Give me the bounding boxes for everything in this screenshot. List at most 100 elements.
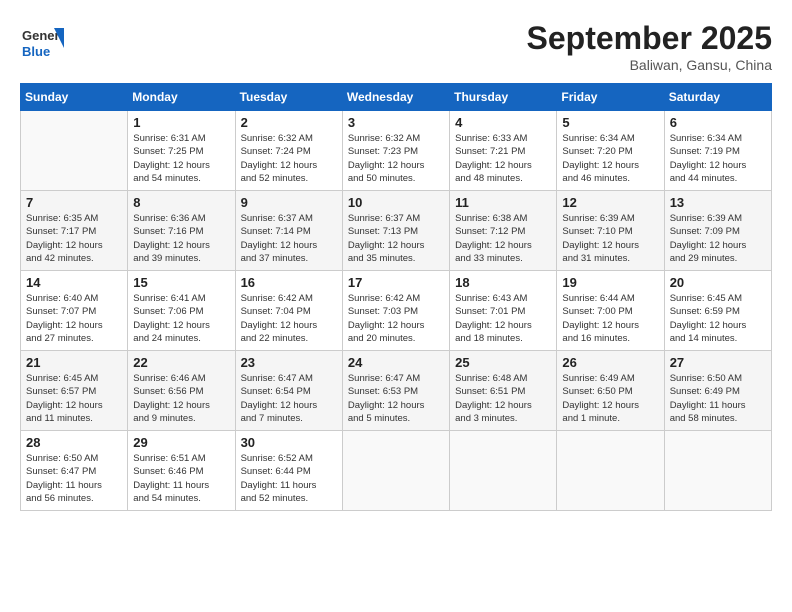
day-number: 26 bbox=[562, 355, 658, 370]
day-info: Sunrise: 6:45 AMSunset: 6:57 PMDaylight:… bbox=[26, 372, 122, 425]
calendar-cell: 8 Sunrise: 6:36 AMSunset: 7:16 PMDaylight… bbox=[128, 191, 235, 271]
calendar-cell: 19 Sunrise: 6:44 AMSunset: 7:00 PMDayligh… bbox=[557, 271, 664, 351]
svg-text:Blue: Blue bbox=[22, 44, 50, 59]
day-number: 23 bbox=[241, 355, 337, 370]
calendar-header-thursday: Thursday bbox=[450, 84, 557, 111]
calendar-cell: 17 Sunrise: 6:42 AMSunset: 7:03 PMDayligh… bbox=[342, 271, 449, 351]
calendar-cell: 11 Sunrise: 6:38 AMSunset: 7:12 PMDayligh… bbox=[450, 191, 557, 271]
calendar-cell: 25Sunrise: 6:48 AMSunset: 6:51 PMDayligh… bbox=[450, 351, 557, 431]
calendar-cell: 12 Sunrise: 6:39 AMSunset: 7:10 PMDayligh… bbox=[557, 191, 664, 271]
calendar-week-row: 28Sunrise: 6:50 AMSunset: 6:47 PMDayligh… bbox=[21, 431, 772, 511]
day-number: 29 bbox=[133, 435, 229, 450]
day-number: 1 bbox=[133, 115, 229, 130]
calendar-week-row: 14 Sunrise: 6:40 AMSunset: 7:07 PMDayligh… bbox=[21, 271, 772, 351]
calendar-cell: 29 Sunrise: 6:51 AMSunset: 6:46 PMDayligh… bbox=[128, 431, 235, 511]
location-subtitle: Baliwan, Gansu, China bbox=[527, 57, 772, 73]
calendar-cell bbox=[450, 431, 557, 511]
day-number: 18 bbox=[455, 275, 551, 290]
day-info: Sunrise: 6:45 AMSunset: 6:59 PMDaylight:… bbox=[670, 292, 766, 345]
calendar-cell: 28Sunrise: 6:50 AMSunset: 6:47 PMDayligh… bbox=[21, 431, 128, 511]
calendar-header-friday: Friday bbox=[557, 84, 664, 111]
day-number: 11 bbox=[455, 195, 551, 210]
day-number: 19 bbox=[562, 275, 658, 290]
day-number: 20 bbox=[670, 275, 766, 290]
day-number: 22 bbox=[133, 355, 229, 370]
calendar-cell: 4Sunrise: 6:33 AMSunset: 7:21 PMDaylight… bbox=[450, 111, 557, 191]
day-number: 17 bbox=[348, 275, 444, 290]
title-area: September 2025 Baliwan, Gansu, China bbox=[527, 20, 772, 73]
day-number: 27 bbox=[670, 355, 766, 370]
calendar-cell: 22 Sunrise: 6:46 AMSunset: 6:56 PMDayligh… bbox=[128, 351, 235, 431]
calendar-header-wednesday: Wednesday bbox=[342, 84, 449, 111]
calendar-cell: 27 Sunrise: 6:50 AMSunset: 6:49 PMDayligh… bbox=[664, 351, 771, 431]
calendar-table: SundayMondayTuesdayWednesdayThursdayFrid… bbox=[20, 83, 772, 511]
calendar-cell: 9Sunrise: 6:37 AMSunset: 7:14 PMDaylight… bbox=[235, 191, 342, 271]
day-info: Sunrise: 6:32 AMSunset: 7:23 PMDaylight:… bbox=[348, 132, 444, 185]
calendar-cell: 30 Sunrise: 6:52 AMSunset: 6:44 PMDayligh… bbox=[235, 431, 342, 511]
day-info: Sunrise: 6:42 AMSunset: 7:04 PMDaylight:… bbox=[241, 292, 337, 345]
calendar-cell: 5 Sunrise: 6:34 AMSunset: 7:20 PMDaylight… bbox=[557, 111, 664, 191]
calendar-cell bbox=[21, 111, 128, 191]
day-number: 21 bbox=[26, 355, 122, 370]
day-info: Sunrise: 6:42 AMSunset: 7:03 PMDaylight:… bbox=[348, 292, 444, 345]
day-info: Sunrise: 6:43 AMSunset: 7:01 PMDaylight:… bbox=[455, 292, 551, 345]
calendar-cell: 1 Sunrise: 6:31 AMSunset: 7:25 PMDaylight… bbox=[128, 111, 235, 191]
day-info: Sunrise: 6:34 AMSunset: 7:19 PMDaylight:… bbox=[670, 132, 766, 185]
day-info: Sunrise: 6:44 AMSunset: 7:00 PMDaylight:… bbox=[562, 292, 658, 345]
day-number: 12 bbox=[562, 195, 658, 210]
day-info: Sunrise: 6:38 AMSunset: 7:12 PMDaylight:… bbox=[455, 212, 551, 265]
calendar-cell: 18 Sunrise: 6:43 AMSunset: 7:01 PMDayligh… bbox=[450, 271, 557, 351]
day-number: 15 bbox=[133, 275, 229, 290]
calendar-header-monday: Monday bbox=[128, 84, 235, 111]
calendar-cell: 2 Sunrise: 6:32 AMSunset: 7:24 PMDaylight… bbox=[235, 111, 342, 191]
day-info: Sunrise: 6:41 AMSunset: 7:06 PMDaylight:… bbox=[133, 292, 229, 345]
calendar-cell: 24 Sunrise: 6:47 AMSunset: 6:53 PMDayligh… bbox=[342, 351, 449, 431]
logo: General Blue bbox=[20, 20, 68, 64]
calendar-cell: 21 Sunrise: 6:45 AMSunset: 6:57 PMDayligh… bbox=[21, 351, 128, 431]
day-info: Sunrise: 6:31 AMSunset: 7:25 PMDaylight:… bbox=[133, 132, 229, 185]
day-info: Sunrise: 6:39 AMSunset: 7:10 PMDaylight:… bbox=[562, 212, 658, 265]
day-info: Sunrise: 6:50 AMSunset: 6:47 PMDaylight:… bbox=[26, 452, 122, 505]
calendar-header-sunday: Sunday bbox=[21, 84, 128, 111]
calendar-cell: 15 Sunrise: 6:41 AMSunset: 7:06 PMDayligh… bbox=[128, 271, 235, 351]
day-info: Sunrise: 6:49 AMSunset: 6:50 PMDaylight:… bbox=[562, 372, 658, 425]
day-info: Sunrise: 6:34 AMSunset: 7:20 PMDaylight:… bbox=[562, 132, 658, 185]
day-info: Sunrise: 6:52 AMSunset: 6:44 PMDaylight:… bbox=[241, 452, 337, 505]
day-info: Sunrise: 6:37 AMSunset: 7:13 PMDaylight:… bbox=[348, 212, 444, 265]
calendar-header-tuesday: Tuesday bbox=[235, 84, 342, 111]
calendar-cell: 6 Sunrise: 6:34 AMSunset: 7:19 PMDaylight… bbox=[664, 111, 771, 191]
day-info: Sunrise: 6:40 AMSunset: 7:07 PMDaylight:… bbox=[26, 292, 122, 345]
calendar-cell: 10Sunrise: 6:37 AMSunset: 7:13 PMDayligh… bbox=[342, 191, 449, 271]
calendar-header-saturday: Saturday bbox=[664, 84, 771, 111]
page-header: General Blue September 2025 Baliwan, Gan… bbox=[20, 20, 772, 73]
day-info: Sunrise: 6:32 AMSunset: 7:24 PMDaylight:… bbox=[241, 132, 337, 185]
day-number: 6 bbox=[670, 115, 766, 130]
calendar-cell bbox=[664, 431, 771, 511]
day-number: 7 bbox=[26, 195, 122, 210]
day-number: 24 bbox=[348, 355, 444, 370]
day-number: 8 bbox=[133, 195, 229, 210]
day-info: Sunrise: 6:46 AMSunset: 6:56 PMDaylight:… bbox=[133, 372, 229, 425]
day-number: 14 bbox=[26, 275, 122, 290]
day-info: Sunrise: 6:36 AMSunset: 7:16 PMDaylight:… bbox=[133, 212, 229, 265]
calendar-cell bbox=[557, 431, 664, 511]
calendar-cell: 3Sunrise: 6:32 AMSunset: 7:23 PMDaylight… bbox=[342, 111, 449, 191]
day-info: Sunrise: 6:35 AMSunset: 7:17 PMDaylight:… bbox=[26, 212, 122, 265]
day-info: Sunrise: 6:48 AMSunset: 6:51 PMDaylight:… bbox=[455, 372, 551, 425]
day-number: 9 bbox=[241, 195, 337, 210]
day-info: Sunrise: 6:47 AMSunset: 6:53 PMDaylight:… bbox=[348, 372, 444, 425]
calendar-header-row: SundayMondayTuesdayWednesdayThursdayFrid… bbox=[21, 84, 772, 111]
day-number: 2 bbox=[241, 115, 337, 130]
day-info: Sunrise: 6:33 AMSunset: 7:21 PMDaylight:… bbox=[455, 132, 551, 185]
day-info: Sunrise: 6:50 AMSunset: 6:49 PMDaylight:… bbox=[670, 372, 766, 425]
day-number: 5 bbox=[562, 115, 658, 130]
calendar-week-row: 1 Sunrise: 6:31 AMSunset: 7:25 PMDaylight… bbox=[21, 111, 772, 191]
day-info: Sunrise: 6:51 AMSunset: 6:46 PMDaylight:… bbox=[133, 452, 229, 505]
calendar-cell: 14 Sunrise: 6:40 AMSunset: 7:07 PMDayligh… bbox=[21, 271, 128, 351]
day-info: Sunrise: 6:47 AMSunset: 6:54 PMDaylight:… bbox=[241, 372, 337, 425]
calendar-cell: 20 Sunrise: 6:45 AMSunset: 6:59 PMDayligh… bbox=[664, 271, 771, 351]
day-number: 30 bbox=[241, 435, 337, 450]
calendar-cell: 23 Sunrise: 6:47 AMSunset: 6:54 PMDayligh… bbox=[235, 351, 342, 431]
day-number: 16 bbox=[241, 275, 337, 290]
logo-icon: General Blue bbox=[20, 20, 64, 64]
